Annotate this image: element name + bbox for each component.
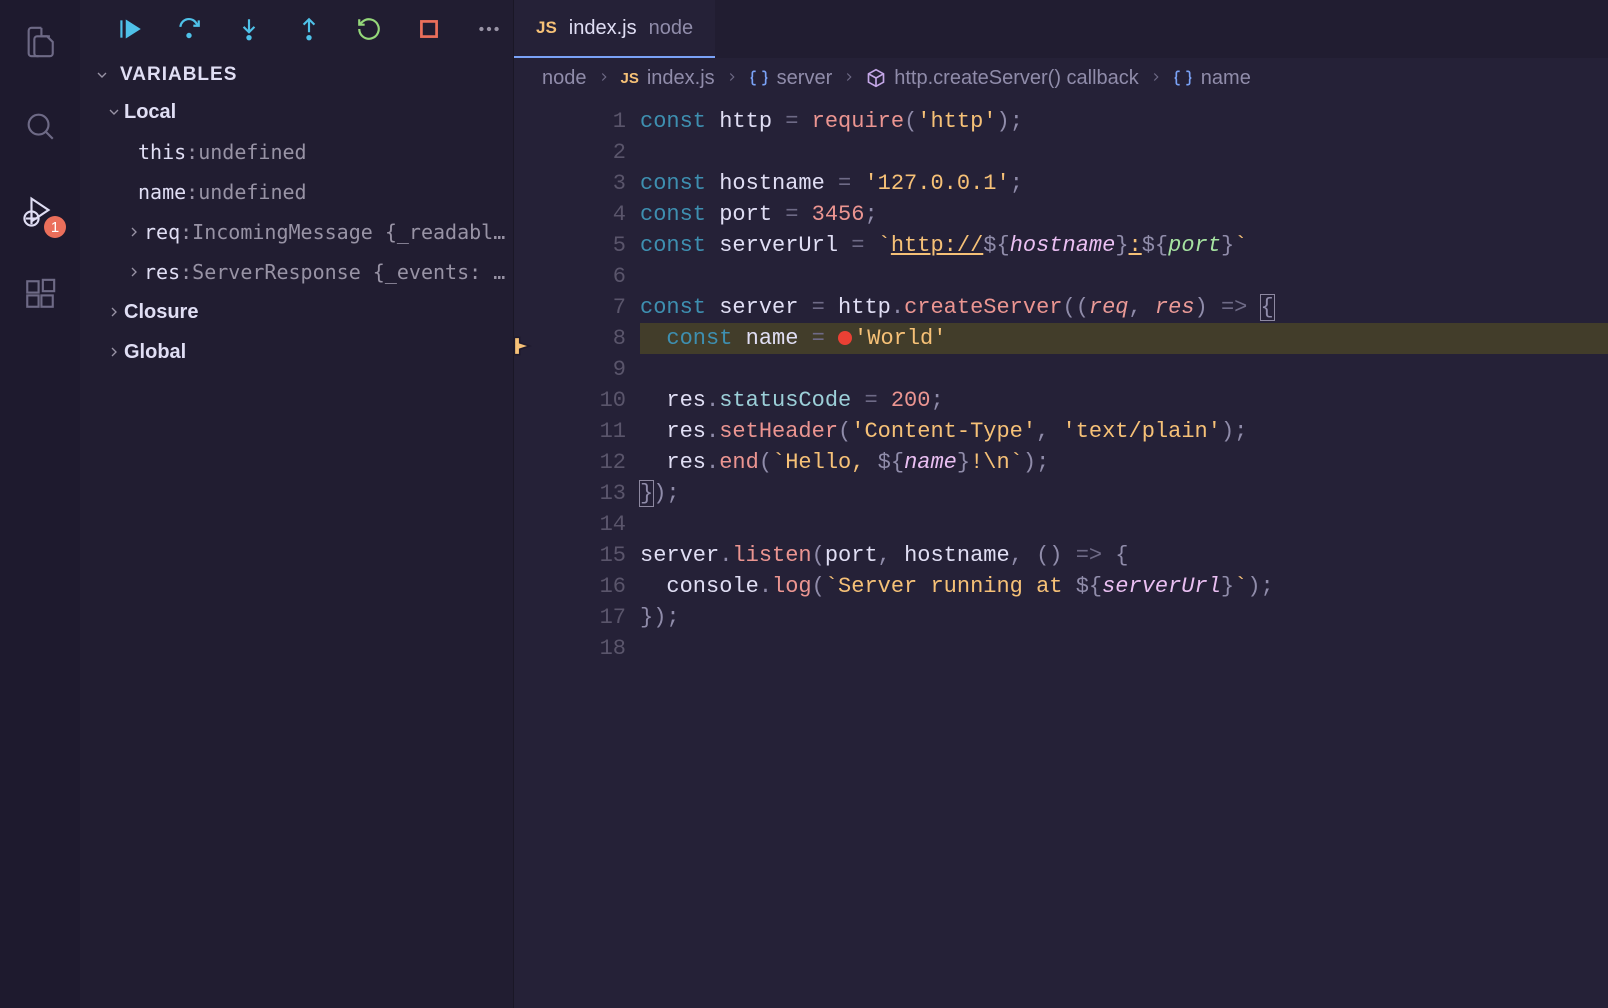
js-file-icon: JS — [621, 70, 639, 87]
code-line[interactable]: server.listen(port, hostname, () => { — [640, 540, 1608, 571]
code-line[interactable]: const http = require('http'); — [640, 106, 1608, 137]
breadcrumb-item[interactable]: http.createServer() callback — [866, 67, 1139, 90]
code-line[interactable] — [640, 354, 1608, 385]
step-into-button[interactable] — [236, 16, 262, 42]
line-number: 1 — [544, 106, 626, 137]
step-out-button[interactable] — [296, 16, 322, 42]
variables-section-header[interactable]: VARIABLES — [80, 58, 513, 92]
step-over-button[interactable] — [176, 16, 202, 42]
scope-global[interactable]: Global — [80, 332, 513, 372]
code-line[interactable]: const serverUrl = `http://${hostname}:${… — [640, 230, 1608, 261]
editor: JS index.js node node JS index.js server htt… — [514, 0, 1608, 1008]
tab-filename: index.js — [569, 17, 637, 40]
line-number: 4 — [544, 199, 626, 230]
chevron-right-icon — [124, 264, 144, 280]
line-number: 16 — [544, 571, 626, 602]
restart-button[interactable] — [356, 16, 382, 42]
breadcrumb-label: http.createServer() callback — [894, 67, 1139, 90]
line-number: 18 — [544, 633, 626, 664]
variable-row[interactable]: req: IncomingMessage {_readabl… — [80, 212, 513, 252]
line-number: 12 — [544, 447, 626, 478]
variables-tree: Local this: undefinedname: undefinedreq:… — [80, 92, 513, 372]
breadcrumb-item[interactable]: server — [749, 67, 833, 90]
line-number: 15 — [544, 540, 626, 571]
js-file-icon: JS — [536, 18, 557, 38]
breadcrumb-label: server — [777, 67, 833, 90]
code-line[interactable]: }); — [640, 602, 1608, 633]
code-line[interactable]: const hostname = '127.0.0.1'; — [640, 168, 1608, 199]
line-number: 5 — [544, 230, 626, 261]
stop-button[interactable] — [416, 16, 442, 42]
tab-index-js[interactable]: JS index.js node — [514, 0, 715, 58]
breadcrumb-label: name — [1201, 67, 1251, 90]
code-lines[interactable]: const http = require('http'); const hostn… — [640, 106, 1608, 1008]
breadcrumb-item[interactable]: JS index.js — [621, 67, 715, 90]
code-line[interactable]: console.log(`Server running at ${serverU… — [640, 571, 1608, 602]
symbol-variable-icon — [1173, 68, 1193, 88]
chevron-right-icon — [124, 224, 144, 240]
activity-bar: 1 — [0, 0, 80, 1008]
line-number: 6 — [544, 261, 626, 292]
code-line[interactable]: const port = 3456; — [640, 199, 1608, 230]
chevron-right-icon — [1149, 67, 1163, 90]
chevron-right-icon — [104, 304, 124, 320]
line-number-gutter: 123456789101112131415161718 — [544, 106, 640, 1008]
code-line[interactable] — [640, 261, 1608, 292]
extensions-icon[interactable] — [16, 270, 64, 318]
scope-local[interactable]: Local — [80, 92, 513, 132]
chevron-right-icon — [842, 67, 856, 90]
debug-sidebar: VARIABLES Local this: undefinedname: und… — [80, 0, 514, 1008]
code-line[interactable]: res.statusCode = 200; — [640, 385, 1608, 416]
line-number: 13 — [544, 478, 626, 509]
code-line[interactable]: const server = http.createServer((req, r… — [640, 292, 1608, 323]
line-number: 14 — [544, 509, 626, 540]
chevron-right-icon — [725, 67, 739, 90]
breadcrumb-item[interactable]: node — [542, 67, 587, 90]
chevron-right-icon — [104, 344, 124, 360]
explorer-icon[interactable] — [16, 18, 64, 66]
continue-button[interactable] — [116, 16, 142, 42]
variable-row[interactable]: name: undefined — [80, 172, 513, 212]
chevron-right-icon — [597, 67, 611, 90]
debug-icon[interactable]: 1 — [16, 186, 64, 234]
breadcrumb-label: node — [542, 67, 587, 90]
variable-row[interactable]: res: ServerResponse {_events: … — [80, 252, 513, 292]
search-icon[interactable] — [16, 102, 64, 150]
code-line[interactable]: res.end(`Hello, ${name}!\n`); — [640, 447, 1608, 478]
code-line[interactable] — [640, 509, 1608, 540]
execution-pointer-icon — [510, 333, 538, 361]
line-number: 8 — [544, 323, 626, 354]
breakpoint-icon[interactable] — [838, 331, 852, 345]
line-number: 10 — [544, 385, 626, 416]
chevron-down-icon — [92, 67, 112, 83]
variables-title: VARIABLES — [120, 64, 237, 86]
code-line[interactable]: }); — [640, 478, 1608, 509]
more-actions-button[interactable] — [476, 16, 502, 42]
code-editor[interactable]: 123456789101112131415161718 const http =… — [514, 98, 1608, 1008]
scope-closure[interactable]: Closure — [80, 292, 513, 332]
line-number: 9 — [544, 354, 626, 385]
code-line[interactable]: res.setHeader('Content-Type', 'text/plai… — [640, 416, 1608, 447]
debug-badge: 1 — [44, 216, 66, 238]
line-number: 2 — [544, 137, 626, 168]
line-number: 17 — [544, 602, 626, 633]
tab-desc: node — [649, 17, 694, 40]
breadcrumb-label: index.js — [647, 67, 715, 90]
symbol-method-icon — [866, 68, 886, 88]
breadcrumb-item[interactable]: name — [1173, 67, 1251, 90]
line-number: 3 — [544, 168, 626, 199]
breadcrumbs: node JS index.js server http.createServer() … — [514, 58, 1608, 98]
line-number: 7 — [544, 292, 626, 323]
tabs: JS index.js node — [514, 0, 1608, 58]
symbol-variable-icon — [749, 68, 769, 88]
line-number: 11 — [544, 416, 626, 447]
glyph-margin — [514, 106, 544, 1008]
variable-row[interactable]: this: undefined — [80, 132, 513, 172]
chevron-down-icon — [104, 104, 124, 120]
code-line[interactable] — [640, 137, 1608, 168]
debug-toolbar — [80, 0, 513, 58]
code-line[interactable] — [640, 633, 1608, 664]
code-line[interactable]: const name = 'World' — [640, 323, 1608, 354]
